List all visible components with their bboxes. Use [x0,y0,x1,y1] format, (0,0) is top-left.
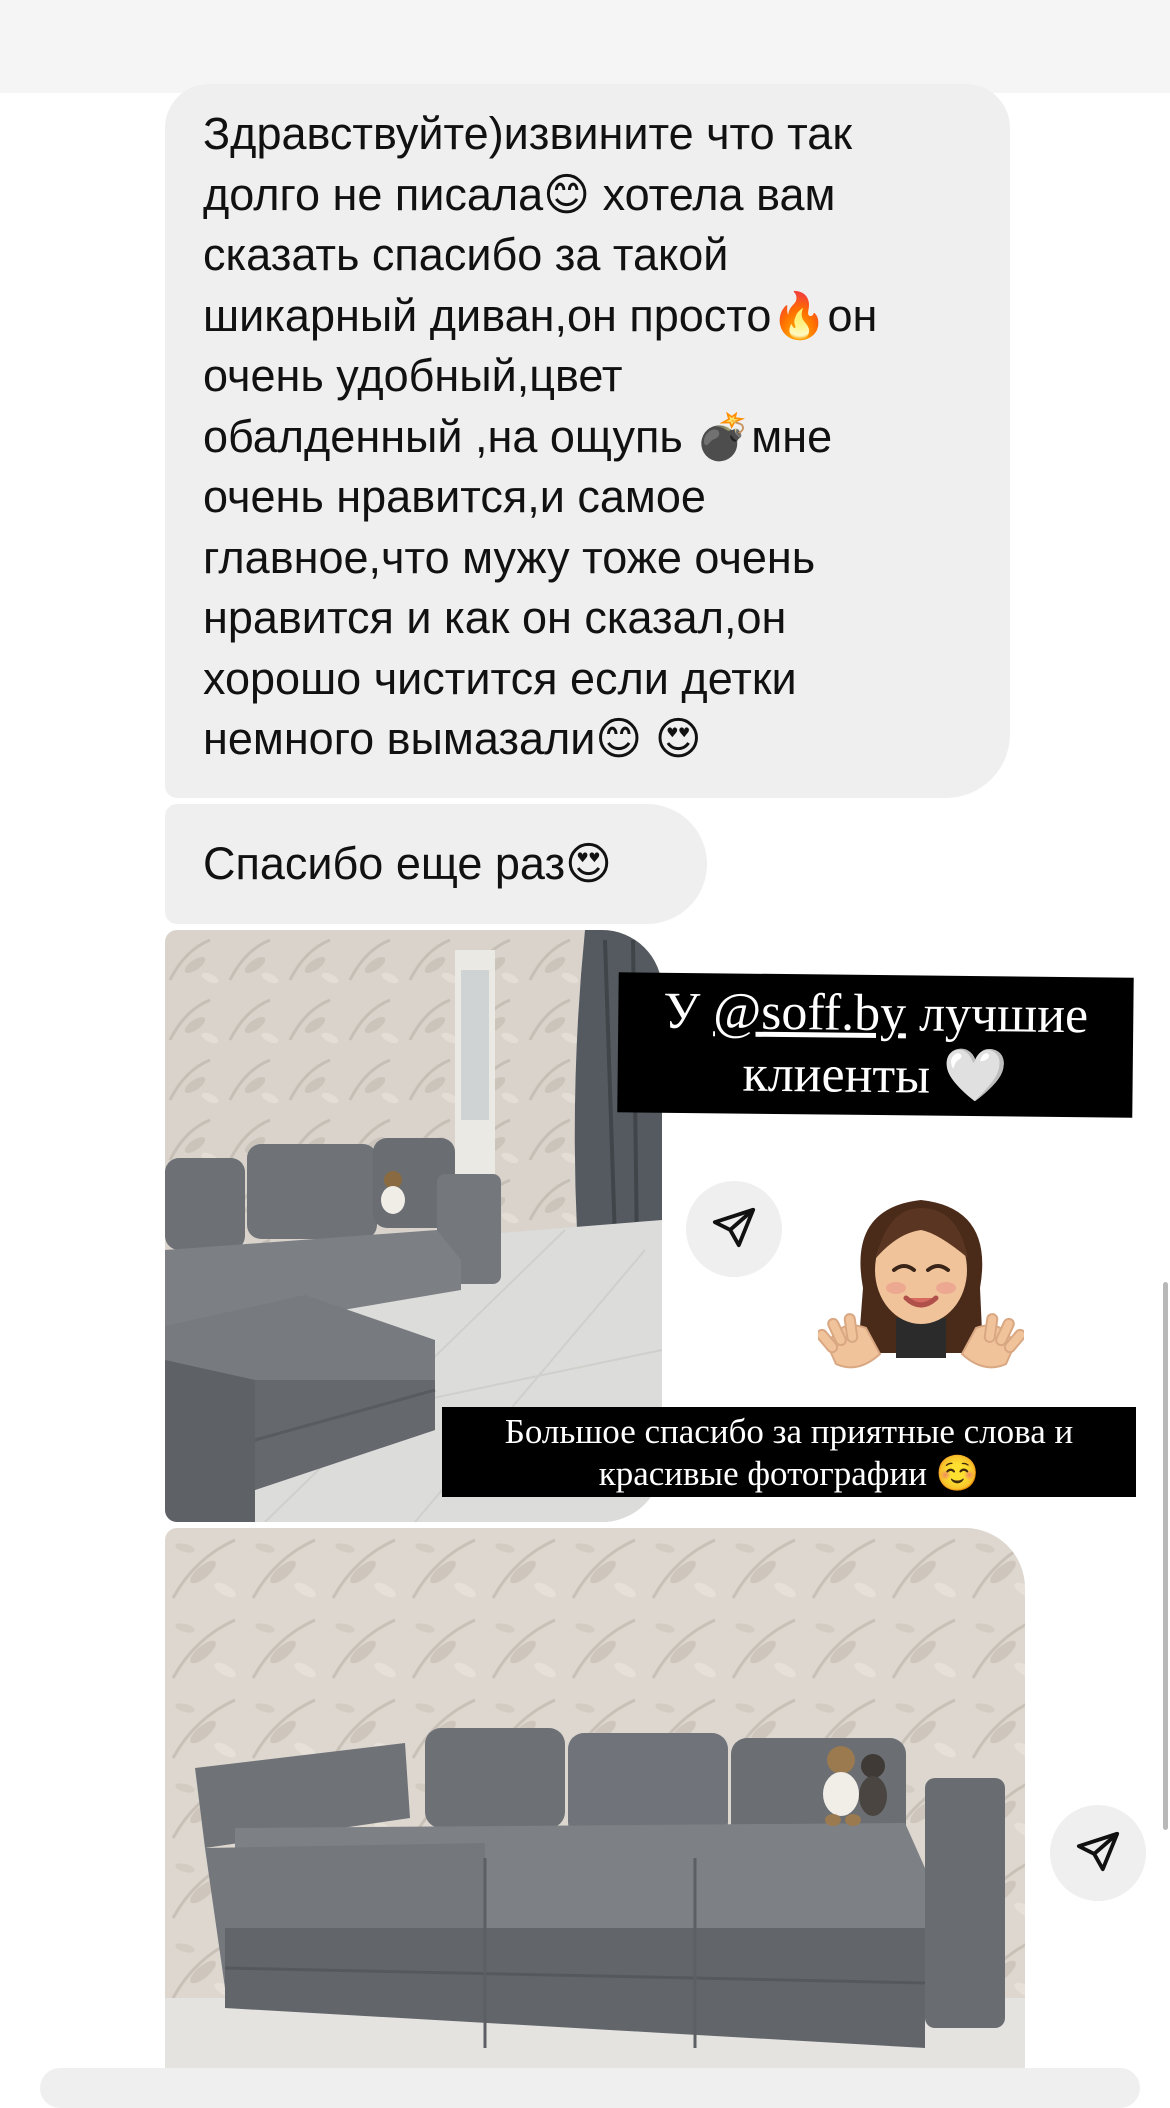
caption-line: клиенты 🤍 [742,1045,1009,1106]
message-bubble-review[interactable]: Здравствуйте)извините что так долго не п… [165,84,1010,798]
message-line: обалденный ,на ощупь 💣мне [203,410,833,462]
message-line: немного вымазали😊 😍 [203,713,702,764]
message-line: шикарный диван,он просто🔥он [203,289,878,341]
caption-line: У @soff.by лучшие [663,982,1089,1045]
caption-line: Большое спасибо за приятные слова и [504,1412,1074,1451]
memoji-avatar-icon [815,1178,1027,1384]
message-line: долго не писала😊 хотела вам [203,168,836,220]
share-button[interactable] [1050,1805,1146,1901]
message-bubble-thanks[interactable]: Спасибо еще раз😍 [165,804,707,924]
story-caption-best-clients: У @soff.by лучшие клиенты 🤍 [617,972,1134,1118]
message-line: хорошо чистится если детки [203,652,797,704]
caption-line: красивые фотографии ☺️ [598,1454,980,1493]
message-composer-edge [40,2068,1140,2108]
message-line: нравится и как он сказал,он [203,592,787,643]
message-line: сказать спасибо за такой [203,229,729,280]
message-line: Здравствуйте)извините что так [203,108,853,159]
mention-link[interactable]: @soff.by [713,983,906,1042]
share-button[interactable] [686,1181,782,1277]
scrollbar-thumb[interactable] [1163,1282,1168,1830]
message-line: главное,что мужу тоже очень [203,531,816,583]
sofa-photo-front-view[interactable] [165,1528,1025,2080]
story-caption-thanks: Большое спасибо за приятные слова и крас… [442,1407,1136,1497]
message-line: очень нравится,и самое [203,471,706,522]
paper-plane-icon [1075,1828,1121,1879]
message-line: очень удобный,цвет [203,350,623,401]
paper-plane-icon [711,1204,757,1255]
top-bar [0,0,1170,93]
